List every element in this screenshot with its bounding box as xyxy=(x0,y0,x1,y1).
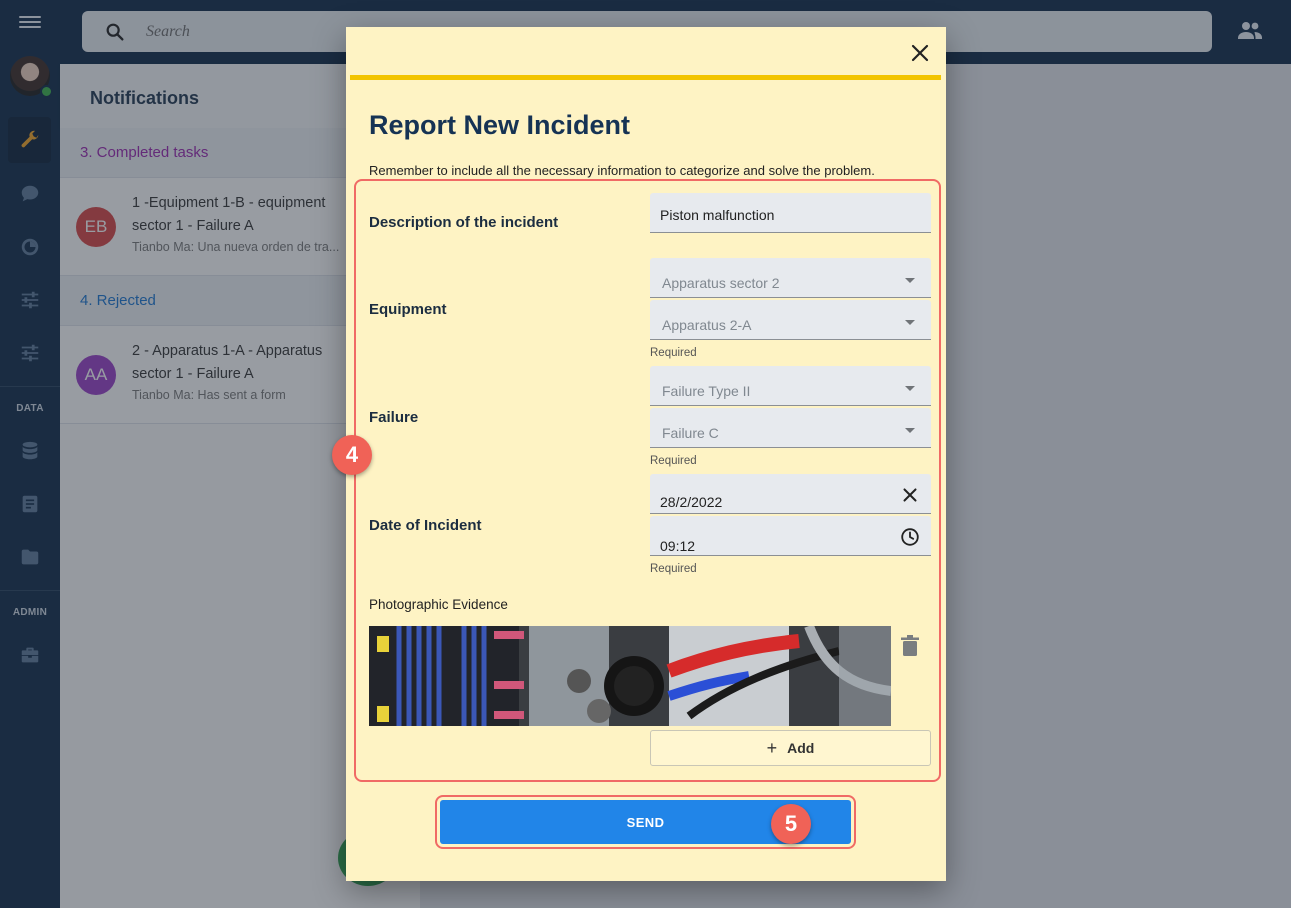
chevron-down-icon xyxy=(905,278,915,283)
annotation-badge-5: 5 xyxy=(771,804,811,844)
close-icon[interactable] xyxy=(908,41,932,65)
title-divider xyxy=(350,75,941,80)
select-value: Failure C xyxy=(662,425,719,441)
select-value: Apparatus 2-A xyxy=(662,317,752,333)
plus-icon: + xyxy=(766,737,778,758)
failure-type-select[interactable]: Failure Type II xyxy=(650,366,931,406)
description-label: Description of the incident xyxy=(369,214,559,231)
annotation-badge-4: 4 xyxy=(332,435,372,475)
dialog-subtitle: Remember to include all the necessary in… xyxy=(369,163,875,178)
required-hint: Required xyxy=(650,563,697,575)
dialog-title: Report New Incident xyxy=(369,110,631,140)
failure-label: Failure xyxy=(369,409,419,426)
time-value: 09:12 xyxy=(660,538,696,554)
equipment-item-select[interactable]: Apparatus 2-A xyxy=(650,300,931,340)
evidence-photo xyxy=(369,626,891,726)
add-label: Add xyxy=(787,740,815,756)
date-label: Date of Incident xyxy=(369,517,482,534)
photo-label: Photographic Evidence xyxy=(369,597,508,612)
required-hint: Required xyxy=(650,455,697,467)
date-value: 28/2/2022 xyxy=(660,494,723,510)
add-photo-button[interactable]: + Add xyxy=(650,730,931,766)
equipment-sector-select[interactable]: Apparatus sector 2 xyxy=(650,258,931,298)
chevron-down-icon xyxy=(905,320,915,325)
select-value: Failure Type II xyxy=(662,383,751,399)
equipment-label: Equipment xyxy=(369,301,447,318)
chevron-down-icon xyxy=(905,428,915,433)
trash-icon[interactable] xyxy=(901,635,919,657)
clear-icon[interactable] xyxy=(899,484,921,506)
report-incident-dialog: Report New Incident Remember to include … xyxy=(332,27,946,881)
failure-select[interactable]: Failure C xyxy=(650,408,931,448)
time-field[interactable]: 09:12 xyxy=(650,516,931,556)
chevron-down-icon xyxy=(905,386,915,391)
description-field[interactable]: Piston malfunction xyxy=(650,193,931,233)
description-value: Piston malfunction xyxy=(660,207,775,223)
clock-icon[interactable] xyxy=(899,526,921,548)
date-field[interactable]: 28/2/2022 xyxy=(650,474,931,514)
required-hint: Required xyxy=(650,347,697,359)
select-value: Apparatus sector 2 xyxy=(662,275,780,291)
